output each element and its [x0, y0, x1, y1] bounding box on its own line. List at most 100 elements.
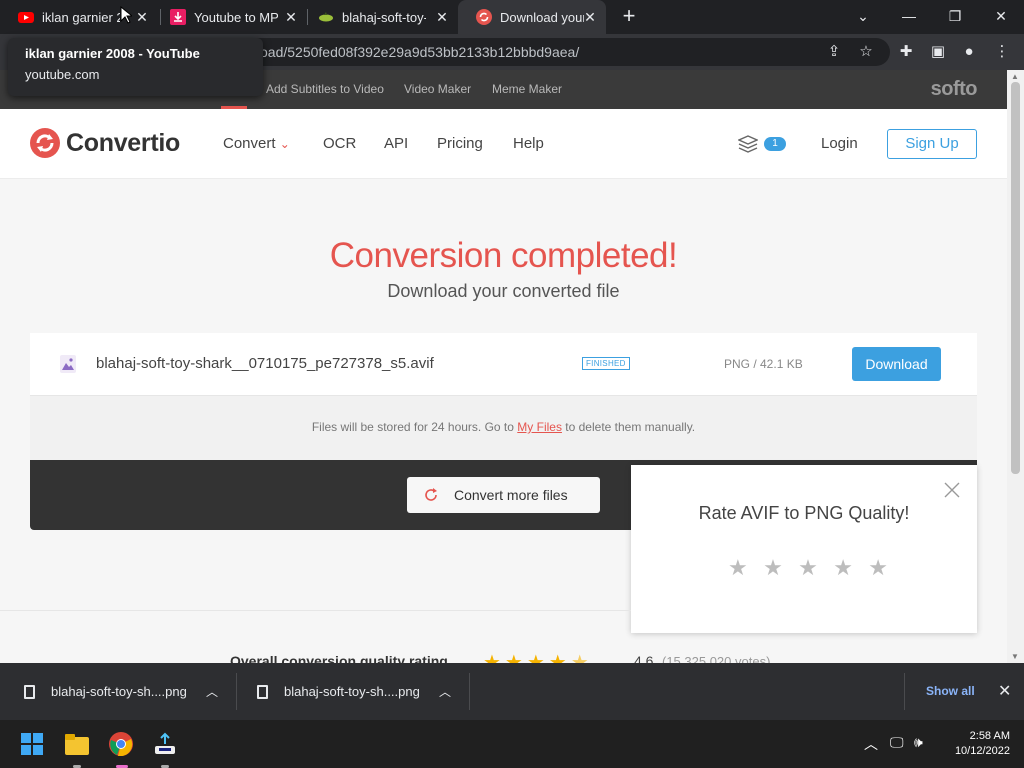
page-scrollbar[interactable]: ▲ ▼	[1007, 70, 1024, 663]
minimize-button[interactable]: —	[886, 0, 932, 34]
notice-text-after: to delete them manually.	[561, 420, 696, 434]
convert-more-label: Convert more files	[454, 487, 568, 503]
clock-date: 10/12/2022	[954, 745, 1010, 757]
tooltip-title: iklan garnier 2008 - YouTube	[25, 46, 200, 61]
network-icon[interactable]: 🖵	[890, 734, 904, 751]
page-title: Conversion completed!	[329, 236, 678, 275]
softo-logo[interactable]: softo	[931, 78, 978, 101]
nav-ocr[interactable]: OCR	[323, 135, 356, 152]
tab-title: Youtube to MP4	[194, 9, 278, 25]
new-tab-button[interactable]: +	[618, 5, 640, 28]
download-item[interactable]: blahaj-soft-toy-sh....png ︿	[257, 663, 467, 720]
star-icon[interactable]: ★	[728, 557, 748, 579]
tab-download-your[interactable]: Download your ✕	[458, 0, 606, 34]
mouse-cursor-icon	[120, 6, 132, 24]
file-icon	[257, 684, 268, 699]
shelf-separator	[469, 673, 470, 710]
tab-youtube-to-mp4[interactable]: Youtube to MP4 ✕	[152, 0, 307, 34]
close-icon[interactable]: ✕	[582, 9, 598, 25]
sign-up-button[interactable]: Sign Up	[887, 129, 977, 159]
nav-convert-label: Convert	[223, 135, 276, 152]
extensions-icon[interactable]: ✚	[896, 42, 916, 62]
close-icon[interactable]: ✕	[434, 9, 450, 25]
volume-icon[interactable]: 🕪	[914, 734, 923, 751]
convert-more-files-button[interactable]: Convert more files	[407, 477, 600, 513]
nav-help[interactable]: Help	[513, 135, 544, 152]
nav-api[interactable]: API	[384, 135, 408, 152]
close-icon[interactable]: ✕	[283, 9, 299, 25]
chevron-down-icon: ⌄	[857, 8, 869, 24]
menu-kebab-icon[interactable]: ⋮	[992, 42, 1012, 62]
app-uploader-icon[interactable]	[153, 732, 177, 756]
nav-pricing[interactable]: Pricing	[437, 135, 483, 152]
site-header: Convertio Convert ⌄ OCR API Pricing Help…	[0, 109, 1007, 179]
storage-notice: Files will be stored for 24 hours. Go to…	[30, 396, 977, 460]
close-icon[interactable]: ✕	[134, 9, 150, 25]
image-file-icon	[60, 355, 76, 373]
close-icon[interactable]	[943, 481, 961, 499]
tab-search-button[interactable]: ⌄	[840, 0, 886, 34]
download-button[interactable]: Download	[852, 347, 941, 381]
close-window-button[interactable]: ✕	[978, 0, 1024, 34]
tab-hover-tooltip: iklan garnier 2008 - YouTube youtube.com	[8, 38, 263, 96]
my-files-link[interactable]: My Files	[517, 420, 562, 434]
close-icon[interactable]: ✕	[998, 681, 1011, 701]
download-item[interactable]: blahaj-soft-toy-sh....png ︿	[24, 663, 234, 720]
status-badge: FINISHED	[582, 357, 630, 370]
tab-title: Download your	[500, 9, 584, 25]
scroll-down-icon[interactable]: ▼	[1011, 652, 1019, 661]
convertio-logo[interactable]: Convertio	[30, 128, 180, 158]
browser-tab-strip: iklan garnier 2008 ✕ Youtube to MP4 ✕ bl…	[0, 0, 1024, 34]
layers-icon[interactable]	[738, 135, 758, 153]
close-icon: ✕	[995, 8, 1007, 24]
file-format-size: PNG / 42.1 KB	[724, 357, 803, 371]
section-divider	[0, 610, 631, 611]
share-icon[interactable]: ⇪	[824, 42, 844, 62]
tab-youtube[interactable]: iklan garnier 2008 ✕	[0, 0, 158, 34]
softo-link-meme-maker[interactable]: Meme Maker	[492, 82, 562, 96]
login-link[interactable]: Login	[821, 135, 858, 152]
rating-stars: ★ ★ ★ ★ ★	[728, 557, 888, 579]
tab-blahaj[interactable]: blahaj-soft-toy- ✕	[300, 0, 458, 34]
download-arrow-icon	[170, 9, 186, 25]
restore-button[interactable]: ❐	[932, 0, 978, 34]
tab-title: blahaj-soft-toy-	[342, 9, 426, 25]
download-item-name: blahaj-soft-toy-sh....png	[51, 684, 187, 699]
file-explorer-icon[interactable]	[65, 733, 89, 755]
nav-convert[interactable]: Convert ⌄	[223, 135, 290, 152]
chrome-icon[interactable]	[109, 732, 133, 756]
show-all-button[interactable]: Show all	[926, 684, 975, 698]
rating-popup: Rate AVIF to PNG Quality! ★ ★ ★ ★ ★	[631, 465, 977, 633]
clock-time: 2:58 AM	[969, 730, 1010, 742]
refresh-icon	[425, 488, 437, 501]
star-icon[interactable]: ★	[833, 557, 853, 579]
star-icon[interactable]: ★	[798, 557, 818, 579]
tooltip-domain: youtube.com	[25, 67, 100, 82]
star-icon[interactable]: ★	[868, 557, 888, 579]
chevron-up-icon[interactable]: ︿	[439, 683, 451, 700]
brand-name: Convertio	[66, 128, 180, 157]
convertio-icon	[476, 9, 492, 25]
download-shelf: blahaj-soft-toy-sh....png ︿ blahaj-soft-…	[0, 663, 1024, 720]
tray-chevron-up-icon[interactable]: ︿	[864, 734, 878, 754]
chevron-up-icon[interactable]: ︿	[206, 683, 218, 700]
windows-start-icon[interactable]	[21, 733, 43, 755]
shelf-separator	[904, 673, 905, 710]
youtube-icon	[18, 12, 34, 23]
shark-icon	[319, 12, 333, 22]
side-panel-icon[interactable]: ▣	[928, 42, 948, 62]
scroll-up-icon[interactable]: ▲	[1011, 72, 1019, 81]
files-count-badge: 1	[764, 137, 786, 151]
softo-link-subtitles[interactable]: Add Subtitles to Video	[266, 82, 384, 96]
converted-file-row: blahaj-soft-toy-shark__0710175_pe727378_…	[30, 333, 977, 396]
scrollbar-thumb[interactable]	[1011, 82, 1020, 474]
star-icon[interactable]: ★	[763, 557, 783, 579]
windows-taskbar: ︿ 🖵 🕪 2:58 AM 10/12/2022	[0, 720, 1024, 768]
system-clock[interactable]: 2:58 AM 10/12/2022	[940, 729, 1010, 759]
profile-icon[interactable]: ●	[959, 42, 979, 62]
notice-text-before: Files will be stored for 24 hours. Go to	[311, 420, 518, 434]
url-text: oad/5250fed08f392e29a9d53bb2133b12bbbd9a…	[260, 44, 580, 60]
softo-link-video-maker[interactable]: Video Maker	[404, 82, 471, 96]
bookmark-star-icon[interactable]: ☆	[856, 42, 876, 62]
page-subtitle: Download your converted file	[387, 281, 620, 301]
